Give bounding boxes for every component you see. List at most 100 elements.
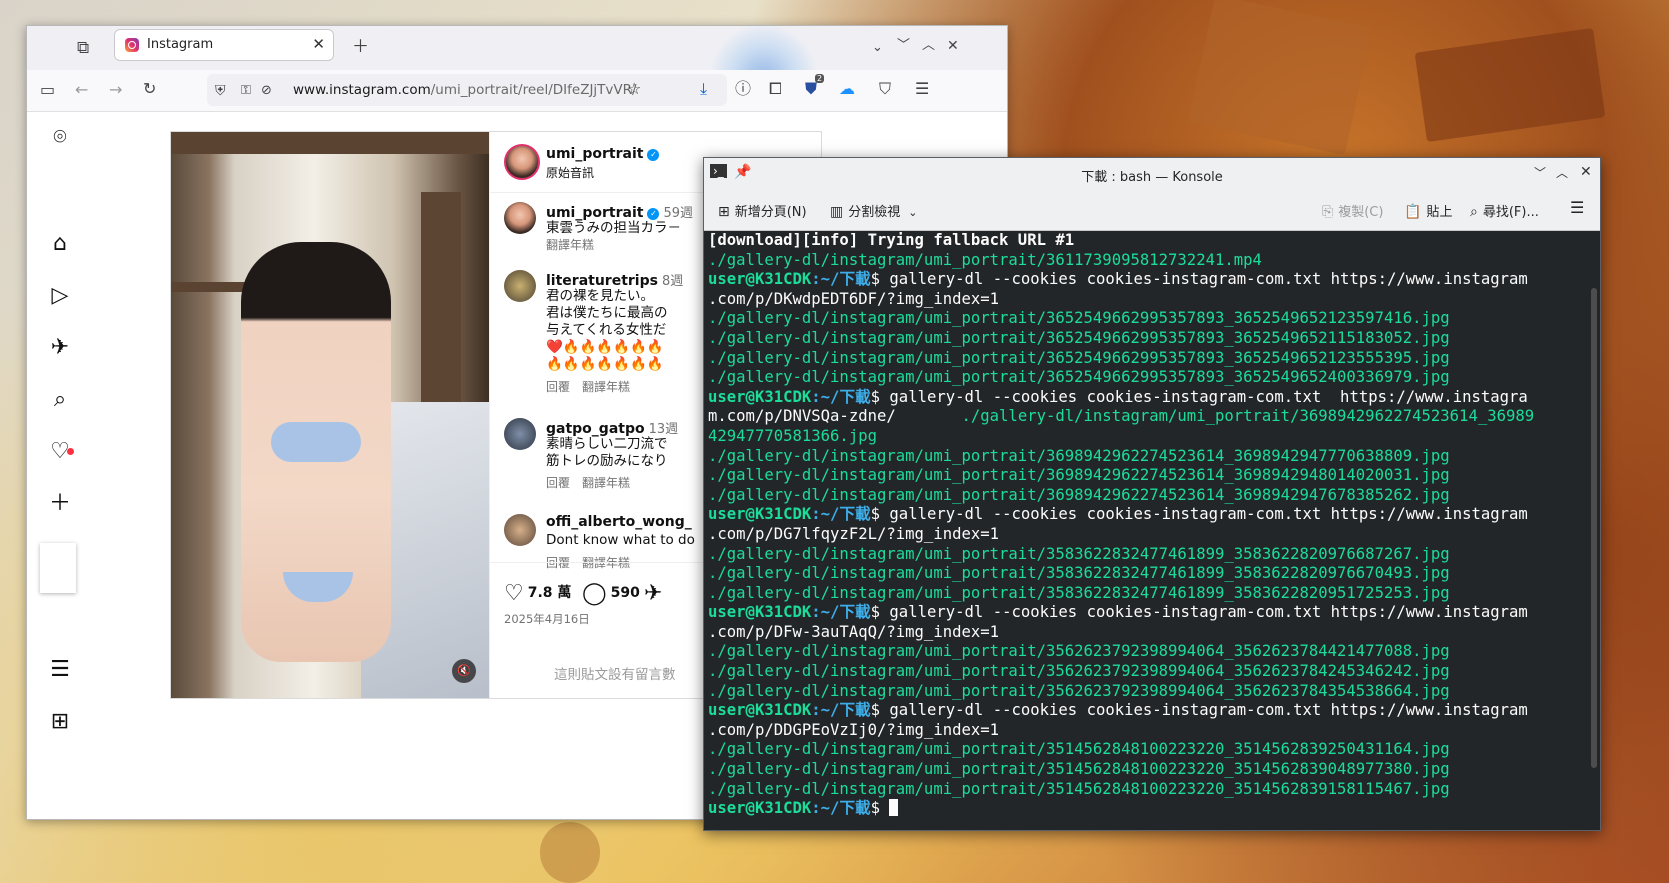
translate-link[interactable]: 翻譯年糕 <box>546 238 594 252</box>
forward-icon[interactable]: → <box>109 81 122 99</box>
find-button[interactable]: ⌕ 尋找(F)... <box>1470 201 1539 220</box>
command-text: $ gallery-dl --cookies cookies-instagram… <box>870 701 1528 720</box>
prompt-user: user@K31CDK <box>708 270 812 289</box>
tab-list-icon[interactable]: ⧉ <box>77 38 89 58</box>
terminal-line: user@K31CDK:~/下載$ gallery-dl --cookies c… <box>708 701 1584 721</box>
permissions-icon[interactable]: ⚿ <box>241 82 251 100</box>
wallpaper-shape <box>1414 27 1606 143</box>
output-file: ./gallery-dl/instagram/umi_portrait/3611… <box>708 250 1262 269</box>
terminal-line: user@K31CDK:~/下載$ gallery-dl --cookies c… <box>708 270 1584 290</box>
paste-button[interactable]: 📋 貼上 <box>1404 201 1452 220</box>
reels-icon[interactable]: ▷ <box>46 284 74 308</box>
home-icon[interactable]: ⌂ <box>46 232 74 256</box>
create-plus-icon[interactable]: ＋ <box>46 492 74 516</box>
comment-meta: 回覆 翻譯年糕 <box>546 378 642 395</box>
maximize-icon[interactable]: ︿ <box>1556 164 1568 181</box>
sidebar-toggle-icon[interactable]: ▭ <box>40 81 55 99</box>
tab-title: Instagram <box>147 37 214 52</box>
reply-link[interactable]: 回覆 <box>546 380 570 394</box>
url-bar[interactable]: ⛨ ⚿ ⊘ www.instagram.com/umi_portrait/ree… <box>207 74 727 106</box>
output-file: ./gallery-dl/instagram/umi_portrait/3652… <box>708 328 1450 347</box>
output-file: ./gallery-dl/instagram/umi_portrait/3514… <box>708 740 1450 759</box>
new-tab-button[interactable]: ⊞ 新增分頁(N) <box>718 201 807 220</box>
terminal-line: ./gallery-dl/instagram/umi_portrait/3562… <box>708 662 1584 682</box>
bookmark-star-icon[interactable]: ☆ <box>627 80 641 98</box>
extensions-puzzle-icon[interactable]: ⧠ <box>769 80 782 98</box>
shield-icon[interactable]: ⛨ <box>215 82 226 100</box>
command-text: $ gallery-dl --cookies cookies-instagram… <box>870 270 1528 289</box>
search-icon[interactable]: ⌕ <box>46 388 74 412</box>
info-extension-icon[interactable]: ⓘ <box>735 80 751 98</box>
new-tab-icon[interactable]: ＋ <box>352 37 369 57</box>
comment-author[interactable]: literaturetrips 8週 <box>546 270 683 289</box>
maximize-icon[interactable]: ︿ <box>922 36 935 56</box>
post-video[interactable]: 🔇 <box>171 132 489 698</box>
apps-grid-icon[interactable]: ⊞ <box>46 710 74 734</box>
minimize-icon[interactable]: ﹀ <box>897 36 910 56</box>
comment-author[interactable]: umi_portrait ✓ 59週 <box>546 202 693 221</box>
tab-overflow-chevron-icon[interactable]: ⌄ <box>872 38 883 58</box>
terminal-line: .com/p/DDGPEoVzIj0/?img_index=1 <box>708 721 1584 741</box>
command-text: .com/p/DDGPEoVzIj0/?img_index=1 <box>708 720 1000 739</box>
translate-link[interactable]: 翻譯年糕 <box>582 476 630 490</box>
camera-blocked-icon[interactable]: ⊘ <box>261 82 272 100</box>
translate-link[interactable]: 翻譯年糕 <box>582 380 630 394</box>
chevron-down-icon: ⌄ <box>908 206 918 219</box>
chevron-down-icon[interactable]: ﹀ <box>1534 164 1546 181</box>
command-text: .com/p/DFw-3auTAqQ/?img_index=1 <box>708 622 1000 641</box>
tab-instagram[interactable]: Instagram ✕ <box>114 29 334 61</box>
avatar[interactable] <box>504 514 536 546</box>
like-button[interactable]: ♡ 7.8 萬 <box>504 581 571 606</box>
back-icon[interactable]: ← <box>75 81 88 99</box>
messages-icon[interactable]: ✈ <box>46 336 74 360</box>
terminal-scrollbar[interactable] <box>1591 288 1597 768</box>
instagram-favicon-icon <box>125 38 139 52</box>
avatar[interactable] <box>504 270 536 302</box>
terminal-line: ./gallery-dl/instagram/umi_portrait/3652… <box>708 368 1584 388</box>
output-file: ./gallery-dl/instagram/umi_portrait/3698… <box>708 446 1450 465</box>
privacy-extension-icon[interactable]: ⛉ <box>879 80 891 98</box>
hamburger-menu-icon[interactable]: ☰ <box>1570 198 1584 217</box>
share-button[interactable]: ✈ <box>644 581 666 606</box>
audio-label[interactable]: 原始音訊 <box>546 164 594 181</box>
output-file: ./gallery-dl/instagram/umi_portrait/3583… <box>708 583 1450 602</box>
ublock-extension-icon[interactable]: ⛊ <box>805 80 817 98</box>
comment-author[interactable]: offi_alberto_wong_ <box>546 514 692 530</box>
terminal-line: [download][info] Trying fallback URL #1 <box>708 231 1584 251</box>
reload-icon[interactable]: ↻ <box>143 80 156 98</box>
verified-icon: ✓ <box>647 149 660 161</box>
new-tab-icon: ⊞ <box>718 204 730 220</box>
output-file: ./gallery-dl/instagram/umi_portrait/3514… <box>708 779 1450 798</box>
output-file: ./gallery-dl/instagram/umi_portrait/3652… <box>708 348 1450 367</box>
avatar[interactable] <box>504 144 540 180</box>
copy-button[interactable]: ⎘ 複製(C) <box>1322 201 1383 220</box>
mute-icon[interactable]: 🔇 <box>452 659 476 683</box>
close-window-icon[interactable]: ✕ <box>947 36 959 56</box>
terminal-line: m.com/p/DNVSQa-zdne/ ./gallery-dl/instag… <box>708 407 1584 427</box>
terminal-output[interactable]: [download][info] Trying fallback URL #1.… <box>704 231 1584 829</box>
close-icon[interactable]: ✕ <box>1580 164 1592 180</box>
output-file: ./gallery-dl/instagram/umi_portrait/3583… <box>708 564 1450 583</box>
avatar[interactable] <box>504 418 536 450</box>
reply-link[interactable]: 回覆 <box>546 476 570 490</box>
more-menu-icon[interactable]: ☰ <box>46 658 74 682</box>
output-file: ./gallery-dl/instagram/umi_portrait/3562… <box>708 681 1450 700</box>
avatar[interactable] <box>504 202 536 234</box>
instagram-logo-icon[interactable]: ⌾ <box>46 126 74 150</box>
url-host: www.instagram.com <box>293 82 431 98</box>
prompt-path: :~/下載 <box>811 701 871 720</box>
command-text: $ gallery-dl --cookies cookies-instagram… <box>870 603 1528 622</box>
comment-button[interactable]: ◯ 590 <box>582 581 640 606</box>
tab-close-icon[interactable]: ✕ <box>312 35 325 53</box>
konsole-window: ›_ 📌 下載 : bash — Konsole ﹀ ︿ ✕ ⊞ 新增分頁(N) … <box>703 157 1601 831</box>
cloud-extension-icon[interactable]: ☁ <box>839 80 855 98</box>
url-text[interactable]: www.instagram.com/umi_portrait/reel/DIfe… <box>293 82 637 98</box>
comment-author[interactable]: gatpo_gatpo 13週 <box>546 418 678 437</box>
profile-placeholder[interactable] <box>40 543 76 593</box>
split-view-button[interactable]: ▥ 分割檢視 ⌄ <box>830 201 917 220</box>
prompt-user: user@K31CDK <box>708 701 812 720</box>
post-username[interactable]: umi_portrait ✓ <box>546 146 660 162</box>
downloads-icon[interactable]: ⤓ <box>700 80 707 98</box>
post-date: 2025年4月16日 <box>504 612 590 626</box>
menu-icon[interactable]: ☰ <box>915 80 929 98</box>
